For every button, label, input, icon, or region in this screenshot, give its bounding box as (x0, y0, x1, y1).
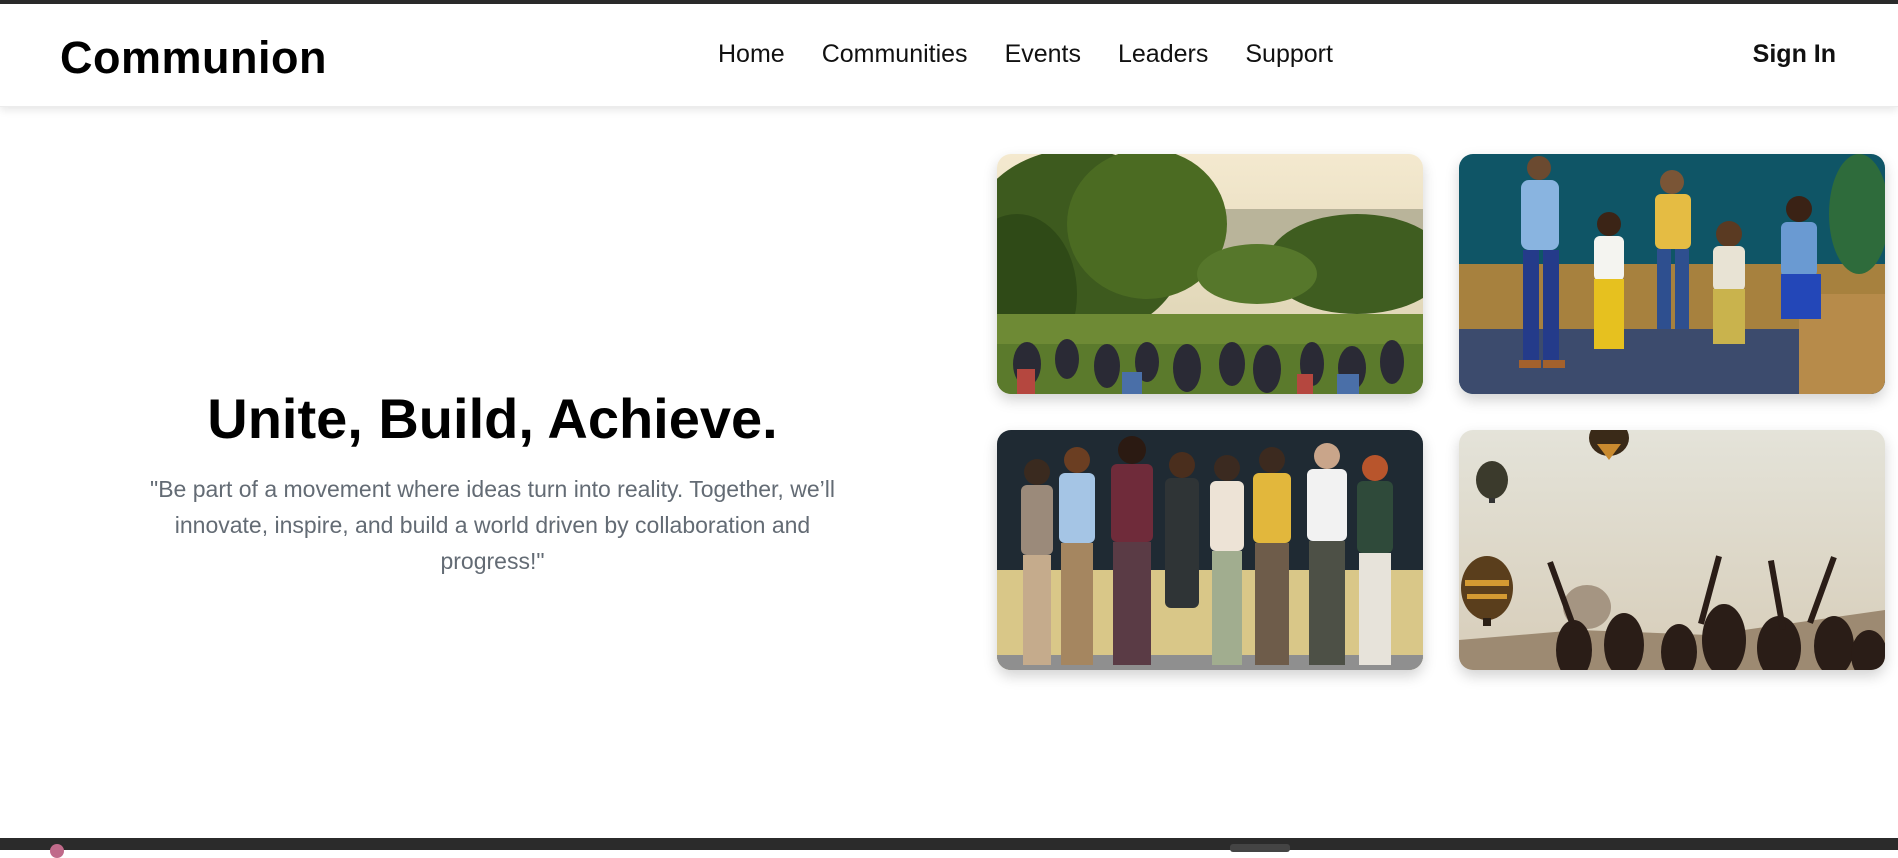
site-header: Communion Home Communities Events Leader… (0, 4, 1898, 107)
crowd-in-park-photo (997, 154, 1423, 394)
hot-air-balloons-photo (1459, 430, 1885, 670)
sign-in-button[interactable]: Sign In (1753, 40, 1836, 69)
people-embracing-image (997, 430, 1423, 670)
nav-communities-link[interactable]: Communities (822, 40, 968, 69)
nav-home-link[interactable]: Home (718, 40, 785, 69)
hot-air-balloons-image (1459, 430, 1885, 670)
taskbar-tab (1230, 844, 1290, 852)
crowd-in-park-image (997, 154, 1423, 394)
group-conversation-image (1459, 154, 1885, 394)
main-nav: Home Communities Events Leaders Support (718, 40, 1333, 69)
hero-quote: "Be part of a movement where ideas turn … (150, 476, 835, 574)
brand-logo[interactable]: Communion (60, 32, 327, 84)
nav-support-link[interactable]: Support (1245, 40, 1333, 69)
window-bottom-bar (0, 838, 1898, 858)
people-embracing-photo (997, 430, 1423, 670)
group-conversation-photo (1459, 154, 1885, 394)
hero-section: Unite, Build, Achieve. "Be part of a mov… (0, 106, 985, 838)
taskbar-dot-icon (50, 844, 64, 858)
nav-events-link[interactable]: Events (1005, 40, 1081, 69)
nav-leaders-link[interactable]: Leaders (1118, 40, 1208, 69)
hero-title: Unite, Build, Achieve. (207, 387, 778, 450)
